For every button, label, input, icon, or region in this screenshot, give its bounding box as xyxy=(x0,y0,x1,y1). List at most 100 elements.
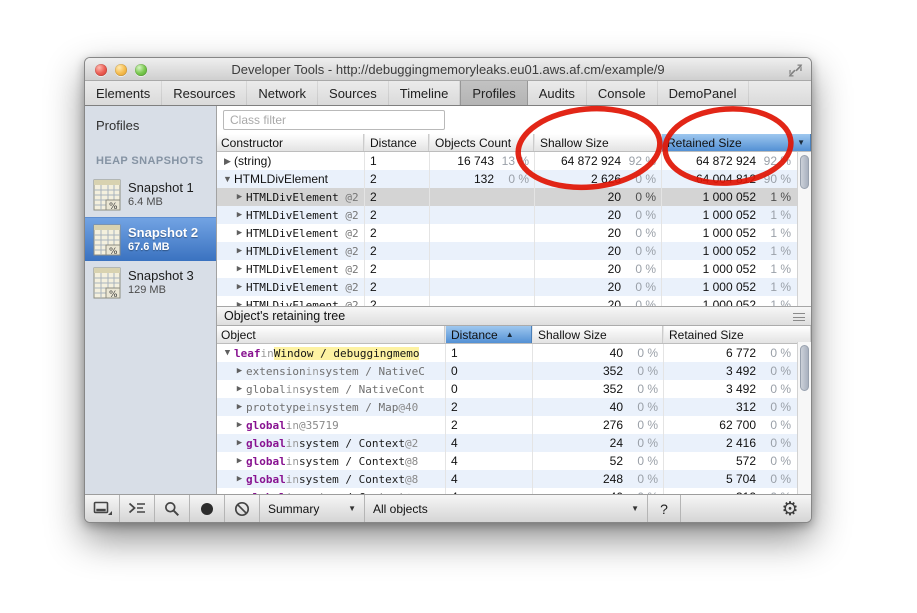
heap-snapshot-view: ConstructorDistanceObjects CountShallow … xyxy=(217,106,811,496)
dock-side-button[interactable] xyxy=(85,495,119,522)
expander-icon[interactable]: ▶ xyxy=(233,210,246,220)
expander-icon[interactable]: ▶ xyxy=(233,264,246,274)
expander-icon[interactable]: ▶ xyxy=(233,420,246,430)
help-button[interactable]: ? xyxy=(648,495,680,522)
rt-column-header-distance[interactable]: Distance▲ xyxy=(445,326,532,343)
title-bar[interactable]: Developer Tools - http://debuggingmemory… xyxy=(85,58,811,81)
retainer-text: Window / debuggingmemo xyxy=(274,347,420,360)
table-row[interactable]: ▶(string)116 74313 %64 872 92492 %64 872… xyxy=(217,152,811,170)
table-row[interactable]: ▼leaf in Window / debuggingmemo1400 %6 7… xyxy=(217,344,811,362)
table-row[interactable]: ▼HTMLDivElement21320 %2 6260 %64 004 812… xyxy=(217,170,811,188)
retaining-tree-rows: ▼leaf in Window / debuggingmemo1400 %6 7… xyxy=(217,344,811,498)
record-heap-button[interactable] xyxy=(190,495,224,522)
objects-count-cell xyxy=(429,206,534,224)
distance-cell: 2 xyxy=(364,170,429,188)
retaining-tree-scrollbar[interactable] xyxy=(797,342,811,496)
settings-button[interactable]: ⚙ xyxy=(769,495,811,522)
scrollbar-thumb[interactable] xyxy=(800,345,809,391)
column-header-objects-count[interactable]: Objects Count xyxy=(429,134,534,151)
shallow-percent: 0 % xyxy=(623,400,663,414)
expander-icon[interactable]: ▶ xyxy=(233,402,246,412)
constructor-scrollbar[interactable] xyxy=(797,152,811,306)
distance-cell: 2 xyxy=(445,416,532,434)
constructor-name: HTMLDivElement xyxy=(246,281,339,294)
table-row[interactable]: ▶HTMLDivElement @22200 %1 000 0521 % xyxy=(217,242,811,260)
expander-icon[interactable]: ▶ xyxy=(233,246,246,256)
expander-icon[interactable]: ▼ xyxy=(221,348,234,358)
tab-resources[interactable]: Resources xyxy=(162,81,247,105)
expander-icon[interactable]: ▶ xyxy=(233,438,246,448)
resize-corner-icon[interactable] xyxy=(788,63,803,78)
sidebar-item-snapshot-3[interactable]: %Snapshot 3129 MB xyxy=(85,261,216,305)
constructor-name: HTMLDivElement xyxy=(246,209,339,222)
constructor-name: HTMLDivElement xyxy=(246,227,339,240)
distance-cell: 2 xyxy=(364,260,429,278)
table-row[interactable]: ▶global in system / Context @24240 %2 41… xyxy=(217,434,811,452)
object-filter-select[interactable]: All objects ▼ xyxy=(365,495,647,522)
table-row[interactable]: ▶global in system / Context @842480 %5 7… xyxy=(217,470,811,488)
class-filter-input[interactable] xyxy=(223,110,445,130)
table-row[interactable]: ▶HTMLDivElement @22200 %1 000 0521 % xyxy=(217,206,811,224)
retained-percent: 1 % xyxy=(756,298,796,306)
sidebar-item-snapshot-2[interactable]: %Snapshot 267.6 MB xyxy=(85,217,216,261)
table-row[interactable]: ▶HTMLDivElement @22200 %1 000 0521 % xyxy=(217,224,811,242)
table-row[interactable]: ▶global in @3571922760 %62 7000 % xyxy=(217,416,811,434)
expander-icon[interactable]: ▶ xyxy=(233,474,246,484)
expander-icon[interactable]: ▶ xyxy=(233,228,246,238)
constructor-name: HTMLDivElement xyxy=(246,299,339,307)
heap-snapshot-icon: % xyxy=(93,224,121,256)
table-row[interactable]: ▶prototype in system / Map @402400 %3120… xyxy=(217,398,811,416)
constructor-cell: ▶HTMLDivElement @2 xyxy=(217,224,364,242)
tab-sources[interactable]: Sources xyxy=(318,81,389,105)
tab-timeline[interactable]: Timeline xyxy=(389,81,461,105)
tab-network[interactable]: Network xyxy=(247,81,318,105)
object-cell: ▶extension in system / NativeC xyxy=(217,362,445,380)
console-drawer-button[interactable] xyxy=(120,495,154,522)
clear-button[interactable] xyxy=(225,495,259,522)
table-row[interactable]: ▶HTMLDivElement @22200 %1 000 0521 % xyxy=(217,188,811,206)
snapshot-name: Snapshot 3 xyxy=(128,268,194,284)
tab-console[interactable]: Console xyxy=(587,81,658,105)
view-mode-select[interactable]: Summary ▼ xyxy=(260,495,364,522)
tab-profiles[interactable]: Profiles xyxy=(460,81,527,105)
column-header-distance[interactable]: Distance xyxy=(364,134,429,151)
tab-elements[interactable]: Elements xyxy=(85,81,162,105)
table-row[interactable]: ▶HTMLDivElement @22200 %1 000 0521 % xyxy=(217,296,811,306)
search-button[interactable] xyxy=(155,495,189,522)
rt-column-header-shallow-size[interactable]: Shallow Size xyxy=(532,326,663,343)
expander-icon[interactable]: ▶ xyxy=(233,366,246,376)
expander-icon[interactable]: ▶ xyxy=(233,192,246,202)
expander-icon[interactable]: ▶ xyxy=(221,156,234,167)
distance-cell: 0 xyxy=(445,362,532,380)
tab-demopanel[interactable]: DemoPanel xyxy=(658,81,749,105)
retained-size-cell: 5720 % xyxy=(663,452,796,470)
retained-value: 6 772 xyxy=(664,346,756,360)
object-id: @2 xyxy=(339,281,359,294)
scrollbar-thumb[interactable] xyxy=(800,155,809,189)
table-row[interactable]: ▶extension in system / NativeC03520 %3 4… xyxy=(217,362,811,380)
retained-percent: 1 % xyxy=(756,208,796,222)
column-header-retained-size[interactable]: Retained Size▼ xyxy=(661,134,811,151)
object-cell: ▶global in @35719 xyxy=(217,416,445,434)
table-row[interactable]: ▶HTMLDivElement @22200 %1 000 0521 % xyxy=(217,260,811,278)
tab-audits[interactable]: Audits xyxy=(528,81,587,105)
expander-icon[interactable]: ▼ xyxy=(221,174,234,184)
rt-column-header-retained-size[interactable]: Retained Size xyxy=(663,326,811,343)
expander-icon[interactable]: ▶ xyxy=(233,282,246,292)
retainer-text: global xyxy=(246,473,286,486)
drag-grip-icon[interactable] xyxy=(793,313,805,321)
expander-icon[interactable]: ▶ xyxy=(233,384,246,394)
shallow-percent: 0 % xyxy=(623,346,663,360)
snapshot-size: 67.6 MB xyxy=(128,241,198,255)
table-row[interactable]: ▶global in system / Context @84520 %5720… xyxy=(217,452,811,470)
retained-size-cell: 6 7720 % xyxy=(663,344,796,362)
expander-icon[interactable]: ▶ xyxy=(233,456,246,466)
distance-cell: 4 xyxy=(445,470,532,488)
column-header-shallow-size[interactable]: Shallow Size xyxy=(534,134,661,151)
table-row[interactable]: ▶HTMLDivElement @22200 %1 000 0521 % xyxy=(217,278,811,296)
column-header-constructor[interactable]: Constructor xyxy=(217,134,364,151)
table-row[interactable]: ▶global in system / NativeCont03520 %3 4… xyxy=(217,380,811,398)
sidebar-item-snapshot-1[interactable]: %Snapshot 16.4 MB xyxy=(85,173,216,217)
rt-column-header-object[interactable]: Object xyxy=(217,326,445,343)
retaining-tree-header-bar[interactable]: Object's retaining tree xyxy=(217,306,811,326)
